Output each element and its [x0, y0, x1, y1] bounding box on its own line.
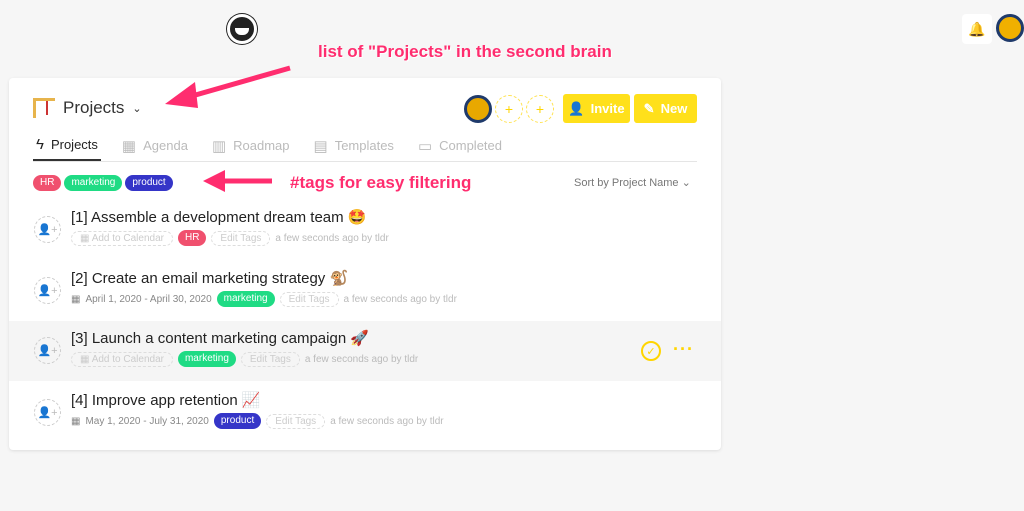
- tab-projects[interactable]: ϟ Projects: [33, 130, 101, 161]
- invite-button[interactable]: 👤 Invite: [563, 94, 630, 123]
- calendar-icon: ▦: [71, 293, 81, 305]
- project-title[interactable]: [4] Improve app retention 📈: [71, 391, 261, 409]
- add-to-calendar-button[interactable]: ▦ Add to Calendar: [71, 230, 173, 246]
- filter-tag-hr[interactable]: HR: [33, 175, 62, 191]
- tab-agenda[interactable]: ▦ Agenda: [119, 130, 191, 161]
- add-member-button[interactable]: +: [526, 95, 554, 123]
- tab-label: Agenda: [143, 138, 188, 153]
- projects-card: Projects ⌄ + + 👤 Invite ✎ New ϟ Projects ▦ A…: [9, 78, 721, 450]
- tab-roadmap[interactable]: ▥ Roadmap: [209, 130, 293, 161]
- project-row[interactable]: 👤+ [2] Create an email marketing strateg…: [9, 261, 721, 321]
- project-title[interactable]: [1] Assemble a development dream team 🤩: [71, 208, 367, 226]
- invite-label: Invite: [590, 101, 625, 116]
- tab-label: Roadmap: [233, 138, 290, 153]
- calendar-icon: ▦: [121, 137, 137, 155]
- chevron-down-icon: ⌄: [681, 177, 691, 189]
- calendar-label: Add to Calendar: [91, 232, 164, 244]
- bell-icon[interactable]: 🔔: [962, 14, 992, 44]
- new-button[interactable]: ✎ New: [634, 94, 697, 123]
- tag-filters: HR marketing product: [33, 175, 173, 191]
- tab-label: Completed: [439, 138, 502, 153]
- arrow-annotation: [203, 170, 272, 192]
- tab-label: Templates: [334, 138, 394, 153]
- calendar-label: Add to Calendar: [91, 353, 164, 365]
- add-user-icon: 👤: [568, 100, 585, 116]
- project-row[interactable]: 👤+ [1] Assemble a development dream team…: [9, 200, 721, 260]
- tab-completed[interactable]: ▭ Completed: [415, 130, 505, 161]
- project-row[interactable]: 👤+ [4] Improve app retention 📈 ▦ May 1, 2…: [9, 383, 721, 443]
- crane-icon: [33, 98, 55, 118]
- add-member-button[interactable]: +: [495, 95, 523, 123]
- date-range[interactable]: April 1, 2020 - April 30, 2020: [85, 294, 211, 305]
- project-tag[interactable]: marketing: [216, 291, 275, 307]
- project-title[interactable]: [3] Launch a content marketing campaign …: [71, 329, 369, 347]
- tab-label: Projects: [50, 137, 98, 152]
- edit-tags-button[interactable]: Edit Tags: [279, 291, 339, 307]
- member-avatar[interactable]: [464, 95, 492, 123]
- map-icon: ▥: [211, 137, 227, 155]
- project-tag[interactable]: marketing: [177, 351, 236, 367]
- more-options-icon[interactable]: ···: [673, 339, 694, 360]
- page-title: Projects: [63, 98, 125, 117]
- edit-tags-button[interactable]: Edit Tags: [240, 351, 300, 367]
- filter-tag-product[interactable]: product: [125, 175, 173, 191]
- arrow-annotation: [165, 65, 291, 108]
- tab-templates[interactable]: ▤ Templates: [311, 130, 397, 161]
- archive-icon: ▭: [417, 137, 433, 155]
- updated-text: a few seconds ago by tldr: [343, 293, 457, 305]
- document-icon: ▤: [313, 137, 328, 155]
- tab-bar: ϟ Projects ▦ Agenda ▥ Roadmap ▤ Templates ▭ C…: [33, 130, 697, 162]
- updated-text: a few seconds ago by tldr: [330, 415, 444, 427]
- assign-user-icon[interactable]: 👤+: [34, 337, 61, 364]
- calendar-icon: ▦: [71, 415, 81, 427]
- app-logo[interactable]: [227, 14, 257, 44]
- filter-tag-marketing[interactable]: marketing: [64, 175, 123, 191]
- sort-label: Sort by Project Name: [574, 177, 679, 189]
- assign-user-icon[interactable]: 👤+: [34, 399, 61, 426]
- assign-user-icon[interactable]: 👤+: [34, 216, 61, 243]
- complete-check-icon[interactable]: ✓: [641, 341, 661, 361]
- updated-text: a few seconds ago by tldr: [275, 232, 389, 244]
- project-tag[interactable]: product: [213, 413, 262, 429]
- project-title[interactable]: [2] Create an email marketing strategy 🐒: [71, 269, 348, 287]
- edit-icon: ✎: [643, 100, 655, 116]
- members: + +: [464, 95, 554, 123]
- annotation-tags: #tags for easy filtering: [290, 173, 472, 192]
- sort-dropdown[interactable]: Sort by Project Name ⌄: [574, 176, 691, 189]
- annotation-projects: list of "Projects" in the second brain: [318, 42, 612, 61]
- project-tag[interactable]: HR: [177, 230, 207, 246]
- new-label: New: [660, 101, 688, 116]
- date-range[interactable]: May 1, 2020 - July 31, 2020: [85, 416, 208, 427]
- edit-tags-button[interactable]: Edit Tags: [266, 413, 326, 429]
- user-avatar[interactable]: [996, 14, 1024, 42]
- add-to-calendar-button[interactable]: ▦ Add to Calendar: [71, 351, 173, 367]
- projects-dropdown[interactable]: Projects ⌄: [33, 98, 142, 118]
- lightning-icon: ϟ: [36, 136, 44, 153]
- assign-user-icon[interactable]: 👤+: [34, 277, 61, 304]
- project-row[interactable]: 👤+ [3] Launch a content marketing campai…: [9, 321, 721, 381]
- chevron-down-icon: ⌄: [132, 102, 142, 115]
- updated-text: a few seconds ago by tldr: [304, 353, 419, 365]
- edit-tags-button[interactable]: Edit Tags: [211, 230, 271, 246]
